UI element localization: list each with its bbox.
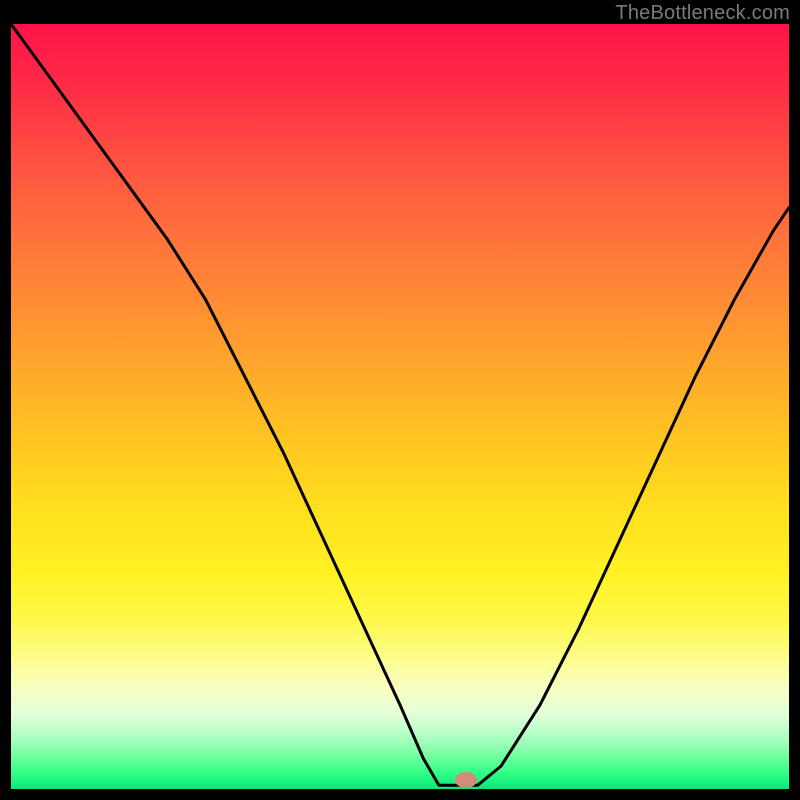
chart-frame: [11, 24, 789, 789]
watermark-text: TheBottleneck.com: [615, 2, 790, 25]
chart-background-gradient: [11, 24, 789, 789]
bottleneck-marker: [455, 772, 477, 788]
